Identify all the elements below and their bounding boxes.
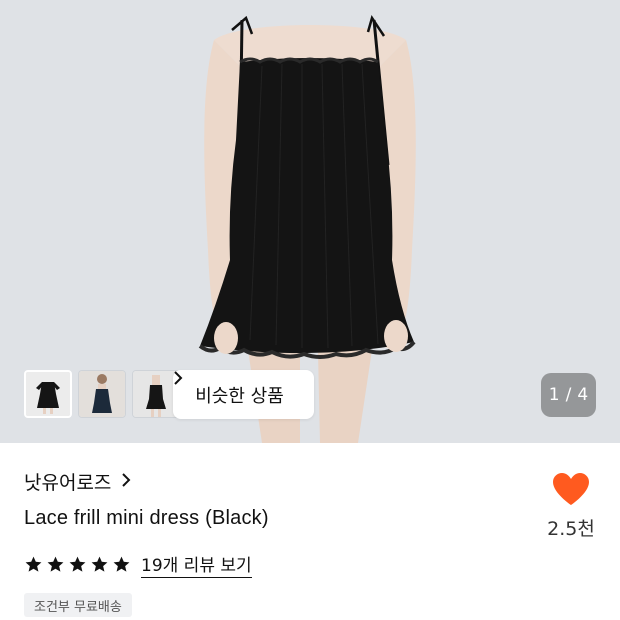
star-icon: [113, 556, 130, 572]
similar-products-label: 비슷한 상품: [195, 385, 284, 407]
image-counter: 1 / 4: [541, 373, 596, 417]
brand-name: 낫유어로즈: [24, 472, 112, 494]
image-counter-current: 1: [548, 385, 560, 405]
like-count: 2.5천: [547, 518, 595, 540]
review-link[interactable]: 19개 리뷰 보기: [141, 551, 252, 578]
similar-products-button[interactable]: 비슷한 상품: [173, 370, 314, 419]
image-counter-separator: /: [565, 385, 572, 405]
star-icon: [25, 556, 42, 572]
star-icon: [91, 556, 108, 572]
chevron-right-icon: [121, 472, 131, 492]
heart-icon: [553, 473, 589, 505]
image-counter-total: 4: [577, 385, 589, 405]
like-button[interactable]: 2.5천: [543, 472, 599, 541]
thumbnail-2[interactable]: [78, 370, 126, 418]
star-icon: [47, 556, 64, 572]
rating-row: 19개 리뷰 보기: [24, 551, 252, 578]
product-image[interactable]: 비슷한 상품 1 / 4: [0, 0, 620, 443]
brand-link[interactable]: 낫유어로즈: [24, 468, 131, 495]
thumbnail-strip: [24, 370, 180, 418]
product-title: Lace frill mini dress (Black): [24, 507, 269, 529]
shipping-badge: 조건부 무료배송: [24, 593, 132, 617]
star-icon: [69, 556, 86, 572]
thumbnail-1[interactable]: [24, 370, 72, 418]
star-rating: [24, 555, 131, 574]
